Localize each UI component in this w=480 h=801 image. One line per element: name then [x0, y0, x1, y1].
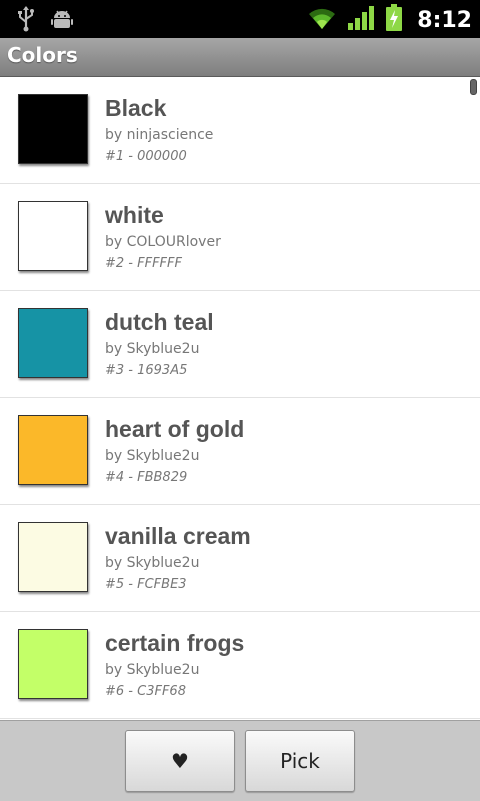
battery-charging-icon [385, 4, 403, 36]
color-swatch [18, 522, 88, 592]
color-name: certain frogs [105, 630, 245, 656]
title-bar: Colors [0, 38, 480, 77]
color-author: by ninjascience [105, 127, 214, 143]
list-item[interactable]: white by COLOURlover #2 - FFFFFF [0, 184, 480, 291]
color-swatch [18, 94, 88, 164]
color-name: heart of gold [105, 416, 245, 442]
wifi-icon [307, 5, 337, 35]
color-name: Black [105, 95, 167, 121]
usb-icon [16, 6, 36, 36]
color-name: vanilla cream [105, 523, 251, 549]
color-rank-hex: #3 - 1693A5 [105, 363, 188, 378]
color-author: by Skyblue2u [105, 662, 200, 678]
color-rank-hex: #4 - FBB829 [105, 470, 188, 485]
bottom-action-bar: ♥ Pick [0, 720, 480, 801]
color-name: white [105, 202, 164, 228]
color-author: by Skyblue2u [105, 448, 200, 464]
color-swatch [18, 308, 88, 378]
list-item[interactable]: Black by ninjascience #1 - 000000 [0, 77, 480, 184]
color-swatch [18, 629, 88, 699]
android-debug-icon [50, 7, 74, 35]
color-rank-hex: #2 - FFFFFF [105, 256, 182, 271]
status-time: 8:12 [417, 7, 472, 33]
color-swatch [18, 201, 88, 271]
favorite-button[interactable]: ♥ [125, 730, 235, 792]
color-rank-hex: #1 - 000000 [105, 149, 187, 164]
status-bar: 8:12 [0, 0, 480, 38]
page-title: Colors [7, 43, 78, 67]
color-rank-hex: #6 - C3FF68 [105, 684, 186, 699]
color-rank-hex: #5 - FCFBE3 [105, 577, 187, 592]
pick-button[interactable]: Pick [245, 730, 355, 792]
list-item[interactable]: heart of gold by Skyblue2u #4 - FBB829 [0, 398, 480, 505]
color-swatch [18, 415, 88, 485]
color-author: by Skyblue2u [105, 341, 200, 357]
color-name: dutch teal [105, 309, 214, 335]
color-list[interactable]: Black by ninjascience #1 - 000000 white … [0, 77, 480, 720]
list-item[interactable]: certain frogs by Skyblue2u #6 - C3FF68 [0, 612, 480, 719]
signal-icon [347, 5, 375, 35]
list-item[interactable]: dutch teal by Skyblue2u #3 - 1693A5 [0, 291, 480, 398]
color-author: by COLOURlover [105, 234, 221, 250]
color-author: by Skyblue2u [105, 555, 200, 571]
list-item[interactable]: vanilla cream by Skyblue2u #5 - FCFBE3 [0, 505, 480, 612]
heart-icon: ♥ [171, 749, 189, 773]
